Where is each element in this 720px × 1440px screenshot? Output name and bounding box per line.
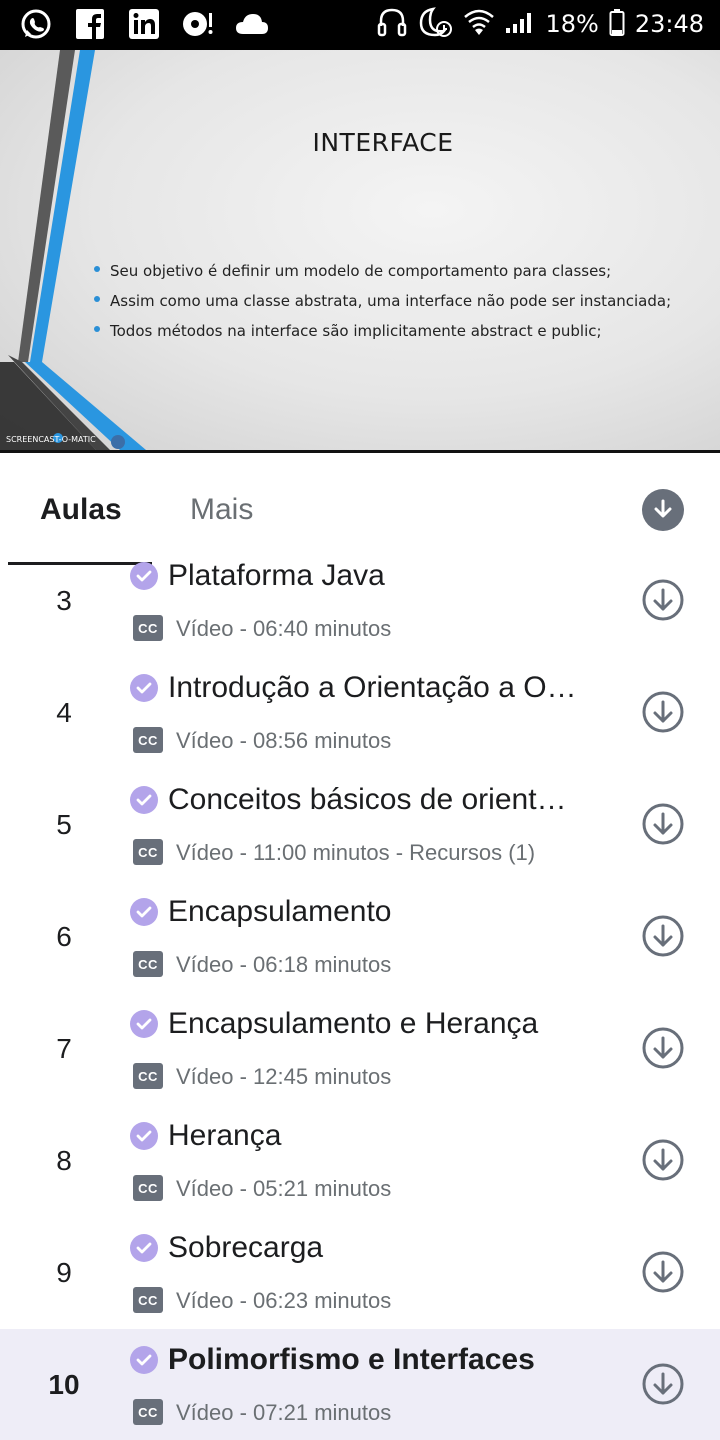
do-not-disturb-alarm-icon <box>417 5 453 44</box>
closed-captions-icon: CC <box>133 1063 163 1089</box>
download-icon[interactable] <box>642 579 684 621</box>
lesson-meta: Vídeo - 06:40 minutos <box>176 616 392 641</box>
download-icon[interactable] <box>642 1251 684 1293</box>
music-record-icon <box>180 6 216 42</box>
headphones-icon <box>377 6 407 43</box>
completed-check-icon[interactable] <box>130 1346 158 1374</box>
lesson-item[interactable]: 4 Introdução a Orientação a O… CC Vídeo … <box>0 657 720 769</box>
video-player[interactable]: INTERFACE Seu objetivo é definir um mode… <box>0 50 720 450</box>
lesson-item[interactable]: 6 Encapsulamento CC Vídeo - 06:18 minuto… <box>0 881 720 993</box>
clock: 23:48 <box>634 10 704 38</box>
closed-captions-icon: CC <box>133 615 163 641</box>
wifi-icon <box>463 7 495 42</box>
linkedin-icon <box>126 6 162 42</box>
completed-check-icon[interactable] <box>130 786 158 814</box>
completed-check-icon[interactable] <box>130 562 158 590</box>
slide-bullet: Todos métodos na interface são implicita… <box>92 316 671 346</box>
lesson-number: 10 <box>48 1369 80 1400</box>
closed-captions-icon: CC <box>133 1399 163 1425</box>
status-bar: 18% 23:48 <box>0 0 720 50</box>
closed-captions-icon: CC <box>133 1175 163 1201</box>
download-icon[interactable] <box>642 803 684 845</box>
completed-check-icon[interactable] <box>130 1122 158 1150</box>
slide-bullet: Assim como uma classe abstrata, uma inte… <box>92 286 671 316</box>
completed-check-icon[interactable] <box>130 674 158 702</box>
lesson-item[interactable]: 7 Encapsulamento e Herança CC Vídeo - 12… <box>0 993 720 1105</box>
download-icon[interactable] <box>642 1027 684 1069</box>
closed-captions-icon: CC <box>133 951 163 977</box>
lesson-meta: Vídeo - 12:45 minutos <box>176 1064 392 1089</box>
closed-captions-icon: CC <box>133 1287 163 1313</box>
lesson-meta: Vídeo - 08:56 minutos <box>176 728 392 753</box>
lesson-title: Encapsulamento <box>168 895 392 928</box>
lesson-title: Encapsulamento e Herança <box>168 1007 539 1040</box>
completed-check-icon[interactable] <box>130 898 158 926</box>
slide-bullets: Seu objetivo é definir um modelo de comp… <box>92 256 671 346</box>
screencast-watermark: SCREENCAST-O-MATIC <box>6 435 96 444</box>
tab-aulas[interactable]: Aulas <box>40 493 122 527</box>
lesson-item[interactable]: 5 Conceitos básicos de orient… CC Vídeo … <box>0 769 720 881</box>
download-all-button[interactable] <box>642 489 684 531</box>
lesson-meta: Vídeo - 06:18 minutos <box>176 952 392 977</box>
lesson-title: Herança <box>168 1119 282 1152</box>
download-icon[interactable] <box>642 1139 684 1181</box>
lesson-number: 6 <box>56 921 72 952</box>
closed-captions-icon: CC <box>133 727 163 753</box>
lesson-number: 5 <box>56 809 72 840</box>
lesson-title: Plataforma Java <box>168 559 385 592</box>
closed-captions-icon: CC <box>133 839 163 865</box>
lesson-item[interactable]: 3 Plataforma Java CC Vídeo - 06:40 minut… <box>0 545 720 657</box>
completed-check-icon[interactable] <box>130 1010 158 1038</box>
download-icon[interactable] <box>642 1363 684 1405</box>
download-icon[interactable] <box>642 691 684 733</box>
lesson-item-current[interactable]: 10 Polimorfismo e Interfaces CC Vídeo - … <box>0 1329 720 1440</box>
tab-mais[interactable]: Mais <box>190 493 253 527</box>
lesson-title: Conceitos básicos de orient… <box>168 783 567 816</box>
lesson-title: Polimorfismo e Interfaces <box>168 1343 535 1376</box>
completed-check-icon[interactable] <box>130 1234 158 1262</box>
signal-icon <box>505 10 535 39</box>
facebook-icon <box>72 6 108 42</box>
cloud-icon <box>234 6 270 42</box>
whatsapp-icon <box>18 6 54 42</box>
lesson-item[interactable]: 9 Sobrecarga CC Vídeo - 06:23 minutos <box>0 1217 720 1329</box>
system-status: 18% 23:48 <box>377 6 704 42</box>
lesson-number: 9 <box>56 1257 72 1288</box>
lesson-number: 8 <box>56 1145 72 1176</box>
lesson-meta: Vídeo - 11:00 minutos - Recursos (1) <box>176 840 536 865</box>
lesson-item[interactable]: 8 Herança CC Vídeo - 05:21 minutos <box>0 1105 720 1217</box>
lesson-list: 3 Plataforma Java CC Vídeo - 06:40 minut… <box>0 545 720 1440</box>
battery-icon <box>609 8 625 41</box>
download-icon[interactable] <box>642 915 684 957</box>
lesson-number: 4 <box>56 697 72 728</box>
lesson-meta: Vídeo - 05:21 minutos <box>176 1176 392 1201</box>
notification-icons <box>18 6 270 42</box>
slide-bullet: Seu objetivo é definir um modelo de comp… <box>92 256 671 286</box>
slide-decoration <box>0 50 146 450</box>
lesson-meta: Vídeo - 06:23 minutos <box>176 1288 392 1313</box>
lesson-title: Introdução a Orientação a O… <box>168 671 577 704</box>
lesson-number: 3 <box>56 585 72 616</box>
slide-title: INTERFACE <box>312 128 454 157</box>
battery-percent: 18% <box>545 10 599 38</box>
lesson-meta: Vídeo - 07:21 minutos <box>176 1400 392 1425</box>
download-icon <box>654 499 672 518</box>
lesson-number: 7 <box>56 1033 72 1064</box>
lesson-title: Sobrecarga <box>168 1231 324 1264</box>
